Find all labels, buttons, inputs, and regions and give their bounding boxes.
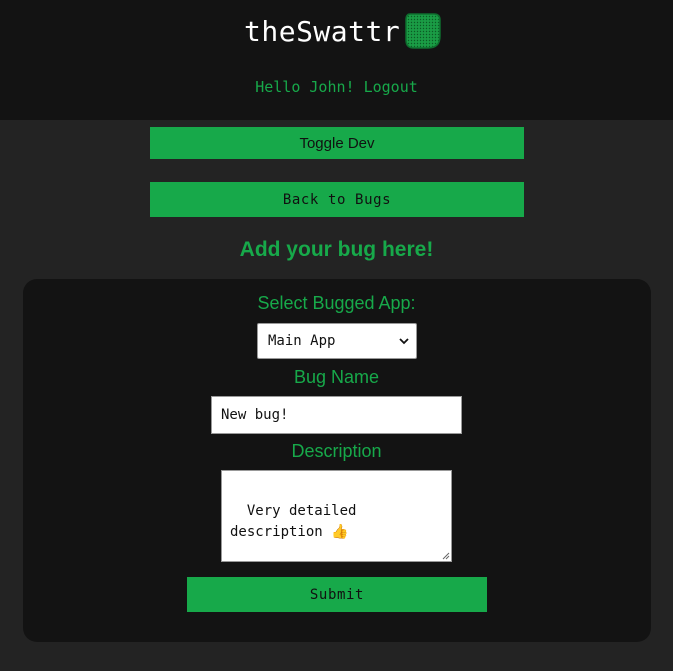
brand[interactable]: theSwattr	[244, 11, 442, 51]
user-greeting: Hello John! Logout	[0, 78, 673, 96]
submit-button[interactable]: Submit	[187, 577, 487, 612]
back-to-bugs-button[interactable]: Back to Bugs	[150, 182, 524, 217]
logout-link[interactable]: Logout	[364, 78, 418, 96]
resize-handle-icon[interactable]	[441, 551, 450, 560]
top-header: theSwattr Hello John! Logout	[0, 0, 673, 120]
fly-swatter-icon	[405, 13, 441, 49]
description-value: Very detailed description 👍	[230, 503, 357, 540]
greeting-text: Hello John!	[255, 78, 355, 96]
description-label: Description	[291, 441, 382, 461]
app-select-value: Main App	[268, 333, 336, 349]
brand-name: theSwattr	[244, 14, 401, 48]
page-title: Add your bug here!	[239, 238, 434, 261]
app-select[interactable]: Main App	[257, 323, 417, 359]
app-select-label: Select Bugged App:	[257, 293, 416, 313]
bug-name-input[interactable]: New bug!	[211, 396, 462, 434]
description-textarea[interactable]: Very detailed description 👍	[221, 470, 452, 562]
chevron-down-icon	[399, 338, 409, 345]
toggle-dev-button[interactable]: Toggle Dev	[150, 127, 524, 159]
bug-name-value: New bug!	[221, 407, 289, 423]
bug-name-label: Bug Name	[293, 367, 380, 387]
